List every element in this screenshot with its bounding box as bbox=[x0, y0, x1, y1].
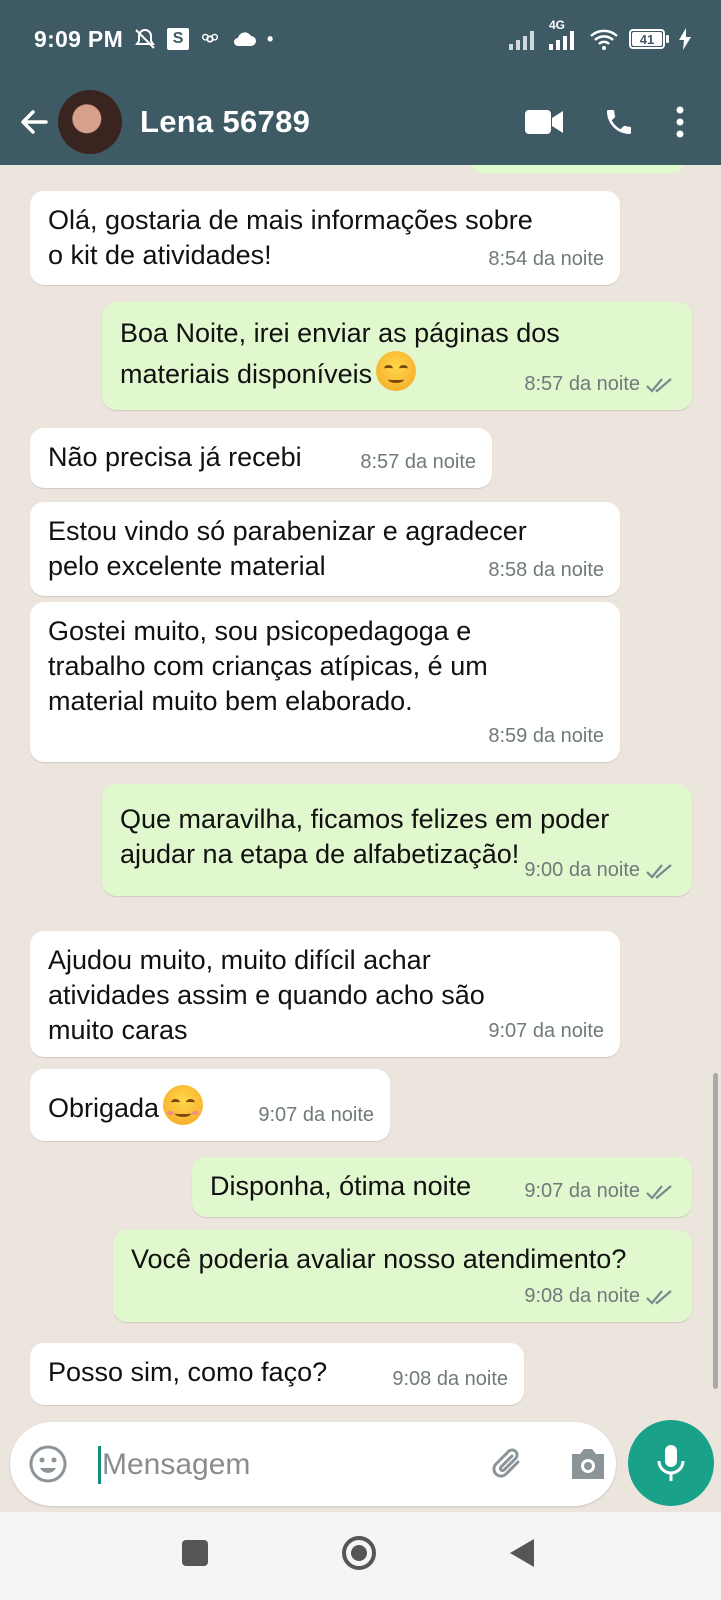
chat-scrollbar[interactable] bbox=[713, 1073, 718, 1389]
smirking-face-emoji bbox=[376, 351, 417, 391]
composer-bar: Mensagem bbox=[0, 1420, 721, 1512]
message-text: Boa Noite, irei enviar as páginas dos ma… bbox=[120, 318, 560, 391]
message-time: 9:08 da noite bbox=[524, 1285, 640, 1307]
read-ticks-icon bbox=[646, 1289, 672, 1305]
top-bar: 9:09 PM S • 4G 41 Lena 56789 bbox=[0, 0, 721, 165]
s-app-icon: S bbox=[167, 28, 190, 50]
message-time: 8:57 da noite bbox=[360, 451, 476, 473]
message-time: 8:54 da noite bbox=[488, 248, 604, 270]
message-text: Ajudou muito, muito difícil achar ativid… bbox=[48, 945, 485, 1045]
message-time: 9:07 da noite bbox=[524, 1180, 640, 1202]
message-time: 9:07 da noite bbox=[258, 1104, 374, 1126]
incoming-message[interactable]: Não precisa já recebi 8:57 da noite bbox=[30, 428, 492, 488]
charging-icon bbox=[679, 28, 691, 50]
incoming-message[interactable]: Estou vindo só parabenizar e agradecer p… bbox=[30, 502, 620, 596]
text-cursor bbox=[98, 1446, 101, 1484]
incoming-message[interactable]: Gostei muito, sou psicopedagoga e trabal… bbox=[30, 602, 620, 762]
read-ticks-icon bbox=[646, 863, 672, 879]
status-right: 4G 41 bbox=[509, 18, 691, 51]
incoming-message[interactable]: Olá, gostaria de mais informações sobre … bbox=[30, 191, 620, 285]
message-text: Obrigada bbox=[48, 1085, 204, 1126]
message-meta: 8:57 da noite bbox=[524, 367, 676, 402]
message-meta: 9:07 da noite bbox=[488, 1014, 604, 1049]
status-bar: 9:09 PM S • 4G 41 bbox=[0, 0, 721, 78]
message-text: Posso sim, como faço? bbox=[48, 1357, 328, 1387]
message-meta: 8:54 da noite bbox=[488, 242, 604, 277]
back-icon[interactable] bbox=[508, 1537, 536, 1569]
avatar[interactable] bbox=[58, 89, 122, 154]
contact-name[interactable]: Lena 56789 bbox=[140, 104, 310, 140]
video-call-icon[interactable] bbox=[525, 109, 563, 135]
message-time: 9:08 da noite bbox=[392, 1368, 508, 1390]
message-text: Gostei muito, sou psicopedagoga e trabal… bbox=[48, 616, 488, 716]
phone-icon[interactable] bbox=[603, 106, 635, 138]
outgoing-message[interactable]: Você poderia avaliar nosso atendimento? … bbox=[113, 1230, 692, 1322]
camera-icon[interactable] bbox=[568, 1446, 608, 1482]
incoming-message[interactable]: Ajudou muito, muito difícil achar ativid… bbox=[30, 931, 620, 1057]
outgoing-message[interactable]: Disponha, ótima noite 9:07 da noite bbox=[192, 1157, 692, 1217]
message-text: Disponha, ótima noite bbox=[210, 1171, 472, 1201]
message-time: 9:07 da noite bbox=[488, 1020, 604, 1042]
home-icon[interactable] bbox=[340, 1534, 378, 1572]
outgoing-message[interactable]: Que maravilha, ficamos felizes em poder … bbox=[102, 784, 692, 896]
message-text: Olá, gostaria de mais informações sobre … bbox=[48, 205, 533, 270]
more-vert-icon[interactable] bbox=[675, 106, 685, 138]
message-text: Estou vindo só parabenizar e agradecer p… bbox=[48, 516, 527, 581]
outgoing-message[interactable]: Boa Noite, irei enviar as páginas dos ma… bbox=[102, 302, 692, 410]
message-meta: 9:00 da noite bbox=[524, 853, 676, 888]
message-text: Não precisa já recebi bbox=[48, 442, 302, 472]
message-time: 9:00 da noite bbox=[524, 859, 640, 881]
read-ticks-icon bbox=[646, 1184, 672, 1200]
header-actions bbox=[525, 106, 685, 138]
chat-area[interactable]: Olá, gostaria de mais informações sobre … bbox=[0, 165, 721, 1420]
message-time: 8:57 da noite bbox=[524, 373, 640, 395]
battery-level: 41 bbox=[632, 32, 662, 47]
message-meta: 8:59 da noite bbox=[488, 719, 604, 754]
message-time: 8:59 da noite bbox=[488, 725, 604, 747]
recent-apps-icon[interactable] bbox=[180, 1538, 210, 1568]
back-arrow-icon[interactable] bbox=[14, 102, 54, 142]
incoming-message[interactable]: Posso sim, como faço? 9:08 da noite bbox=[30, 1343, 524, 1405]
system-nav-bar bbox=[0, 1512, 721, 1600]
previous-message-fragment bbox=[472, 165, 684, 173]
chat-header: Lena 56789 bbox=[0, 78, 721, 165]
read-ticks-icon bbox=[646, 377, 672, 393]
dot-icon: • bbox=[267, 28, 274, 49]
signal-icon bbox=[509, 31, 534, 50]
message-time: 8:58 da noite bbox=[488, 559, 604, 581]
flower-icon bbox=[202, 33, 219, 43]
mic-button[interactable] bbox=[628, 1420, 714, 1506]
message-input[interactable]: Mensagem bbox=[10, 1422, 616, 1506]
message-text: Você poderia avaliar nosso atendimento? bbox=[131, 1244, 627, 1274]
smiling-face-emoji bbox=[163, 1085, 204, 1125]
message-meta: 9:07 da noite bbox=[258, 1098, 374, 1133]
message-placeholder: Mensagem bbox=[102, 1448, 251, 1481]
message-meta: 9:07 da noite bbox=[524, 1174, 676, 1209]
network-type: 4G bbox=[549, 18, 566, 32]
emoji-icon[interactable] bbox=[28, 1444, 68, 1484]
attach-icon[interactable] bbox=[488, 1444, 528, 1484]
message-meta: 9:08 da noite bbox=[524, 1279, 676, 1314]
message-meta: 8:58 da noite bbox=[488, 553, 604, 588]
battery-icon: 41 bbox=[629, 29, 669, 49]
message-meta: 9:08 da noite bbox=[392, 1362, 508, 1397]
message-meta: 8:57 da noite bbox=[360, 445, 476, 480]
incoming-message[interactable]: Obrigada 9:07 da noite bbox=[30, 1069, 390, 1141]
mic-icon bbox=[657, 1445, 685, 1481]
wifi-icon bbox=[590, 29, 618, 50]
bell-off-icon bbox=[135, 28, 155, 49]
status-notification-icons: S • bbox=[133, 27, 273, 51]
status-time: 9:09 PM bbox=[34, 25, 124, 52]
cloud-icon bbox=[234, 32, 257, 46]
